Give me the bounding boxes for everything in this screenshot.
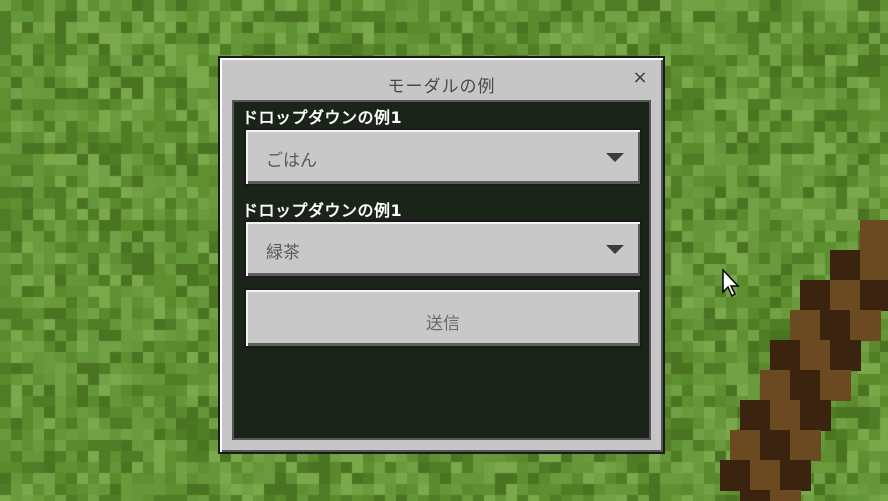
dropdown2-value: 緑茶 — [266, 243, 300, 263]
dropdown2[interactable]: 緑茶 — [244, 220, 642, 278]
close-icon[interactable]: × — [631, 69, 649, 87]
modal-dialog: モーダルの例 × ドロップダウンの例1 ごはん ドロップダウンの例1 緑茶 送信 — [218, 56, 665, 454]
modal-content: ドロップダウンの例1 ごはん ドロップダウンの例1 緑茶 送信 — [232, 100, 651, 440]
dropdown2-label: ドロップダウンの例1 — [242, 201, 403, 220]
dropdown1[interactable]: ごはん — [244, 128, 642, 186]
submit-label: 送信 — [426, 314, 460, 334]
caret-down-icon — [606, 245, 624, 254]
dropdown1-label: ドロップダウンの例1 — [242, 108, 403, 127]
dropdown1-value: ごはん — [266, 151, 317, 171]
caret-down-icon — [606, 153, 624, 162]
submit-button[interactable]: 送信 — [244, 288, 642, 348]
mouse-cursor-icon — [722, 268, 740, 298]
modal-title: モーダルの例 — [387, 77, 496, 97]
